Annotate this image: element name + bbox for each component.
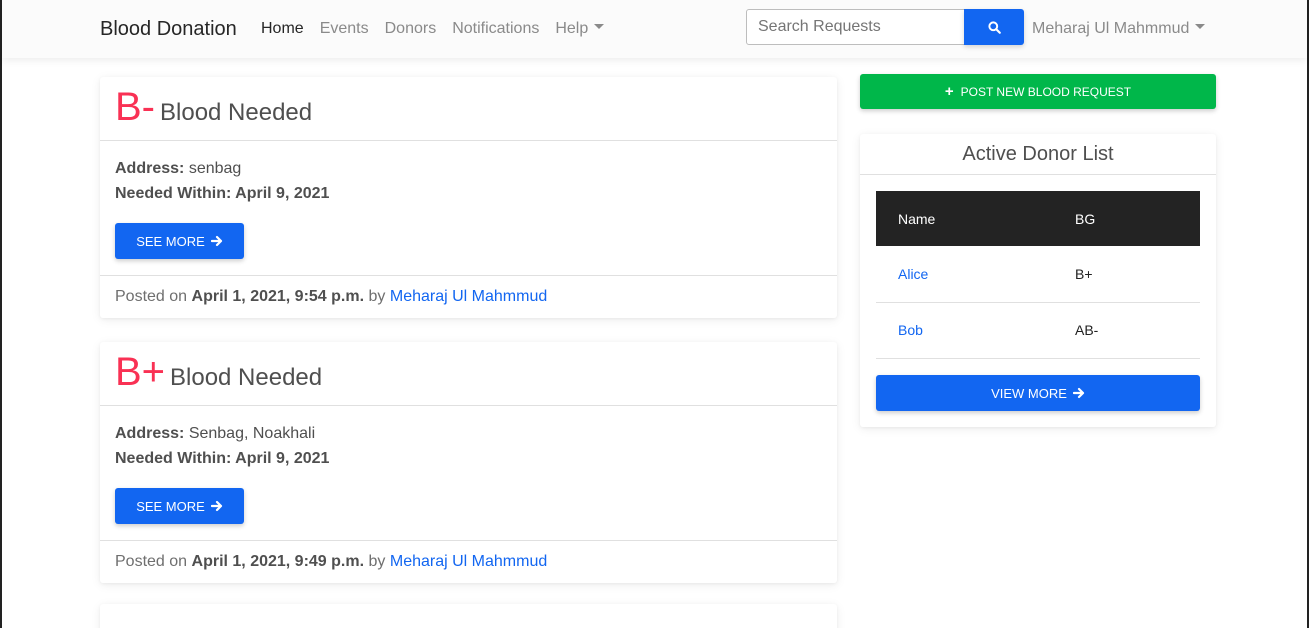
see-more-label: SEE MORE [136, 498, 205, 514]
blood-request-card: B- Blood Needed Address: senbag Needed W… [100, 77, 837, 318]
column-header-bg: BG [1053, 191, 1200, 246]
view-more-button[interactable]: VIEW MORE [876, 375, 1200, 411]
chevron-down-icon [594, 24, 605, 30]
address-line: Address: senbag [115, 160, 241, 178]
donor-list-title: Active Donor List [860, 134, 1216, 175]
user-menu-dropdown[interactable]: Meharaj Ul Mahmmud [1032, 20, 1206, 38]
author-link[interactable]: Meharaj Ul Mahmmud [390, 288, 547, 305]
nav-home[interactable]: Home [261, 20, 304, 38]
donor-name-link[interactable]: Alice [876, 246, 1053, 303]
needed-within-date: April 9, 2021 [235, 185, 330, 202]
blood-group-label: B- [115, 85, 155, 129]
nav-notifications[interactable]: Notifications [452, 20, 539, 38]
donor-name-link[interactable]: Bob [876, 302, 1053, 359]
post-new-blood-request-label: POST NEW BLOOD REQUEST [960, 84, 1132, 99]
blood-group-label: B+ [115, 350, 166, 394]
address-line: Address: Senbag, Noakhali [115, 425, 315, 443]
user-name: Meharaj Ul Mahmmud [1032, 20, 1190, 37]
nav-events[interactable]: Events [320, 20, 369, 38]
request-body: Address: senbag Needed Within: April 9, … [100, 141, 837, 276]
table-row: Alice B+ [876, 246, 1200, 303]
table-row: Bob AB- [876, 302, 1200, 359]
needed-within-label: Needed Within: [115, 185, 232, 202]
search-input[interactable] [746, 9, 966, 45]
posted-prefix: Posted on [115, 288, 188, 305]
navbar: Blood Donation Home Events Donors Notifi… [2, 0, 1307, 58]
donor-blood-group: AB- [1053, 302, 1200, 359]
posted-by: by [368, 288, 386, 305]
nav-donors[interactable]: Donors [385, 20, 437, 38]
post-new-blood-request-button[interactable]: + POST NEW BLOOD REQUEST [860, 74, 1216, 109]
see-more-label: SEE MORE [136, 233, 205, 249]
posted-info: Posted on April 1, 2021, 9:49 p.m. by Me… [115, 553, 547, 571]
blood-request-card: B+ Blood Needed Address: Senbag, Noakhal… [100, 342, 837, 583]
donor-blood-group: B+ [1053, 246, 1200, 303]
plus-icon: + [944, 83, 954, 100]
search-button[interactable] [964, 9, 1024, 45]
posted-by: by [368, 553, 386, 570]
column-header-name: Name [876, 191, 1053, 246]
address-label: Address: [115, 160, 185, 177]
arrow-right-icon [210, 235, 223, 247]
needed-within-date: April 9, 2021 [235, 450, 330, 467]
blood-request-card-partial [100, 604, 837, 628]
arrow-right-icon [1072, 387, 1085, 399]
posted-date: April 1, 2021, 9:49 p.m. [191, 553, 365, 570]
see-more-button[interactable]: SEE MORE [115, 488, 244, 524]
request-body: Address: Senbag, Noakhali Needed Within:… [100, 406, 837, 541]
donor-table: Name BG Alice B+ Bob AB- [876, 191, 1200, 359]
brand-link[interactable]: Blood Donation [100, 18, 237, 41]
table-header-row: Name BG [876, 191, 1200, 246]
see-more-button[interactable]: SEE MORE [115, 223, 244, 259]
posted-info: Posted on April 1, 2021, 9:54 p.m. by Me… [115, 288, 547, 306]
needed-within-line: Needed Within: April 9, 2021 [115, 185, 329, 203]
needed-within-label: Needed Within: [115, 450, 232, 467]
arrow-right-icon [210, 500, 223, 512]
search-icon [987, 20, 1001, 34]
request-footer: Posted on April 1, 2021, 9:54 p.m. by Me… [100, 276, 837, 318]
active-donor-list-card: Active Donor List Name BG Alice B+ Bob A… [860, 134, 1216, 427]
chevron-down-icon [1195, 24, 1206, 30]
needed-within-line: Needed Within: April 9, 2021 [115, 450, 329, 468]
address-label: Address: [115, 425, 185, 442]
address-value: Senbag, Noakhali [188, 425, 316, 442]
request-footer: Posted on April 1, 2021, 9:49 p.m. by Me… [100, 541, 837, 583]
posted-prefix: Posted on [115, 553, 188, 570]
nav-help-dropdown[interactable]: Help [555, 20, 605, 38]
request-heading: Blood Needed [170, 364, 323, 391]
posted-date: April 1, 2021, 9:54 p.m. [191, 288, 365, 305]
request-heading: Blood Needed [160, 99, 313, 126]
view-more-label: VIEW MORE [991, 385, 1067, 401]
nav-help-label: Help [555, 20, 589, 37]
author-link[interactable]: Meharaj Ul Mahmmud [390, 553, 547, 570]
nav-links: Home Events Donors Notifications Help [261, 20, 620, 38]
request-header: B- Blood Needed [100, 77, 837, 141]
address-value: senbag [188, 160, 242, 177]
request-header: B+ Blood Needed [100, 342, 837, 406]
